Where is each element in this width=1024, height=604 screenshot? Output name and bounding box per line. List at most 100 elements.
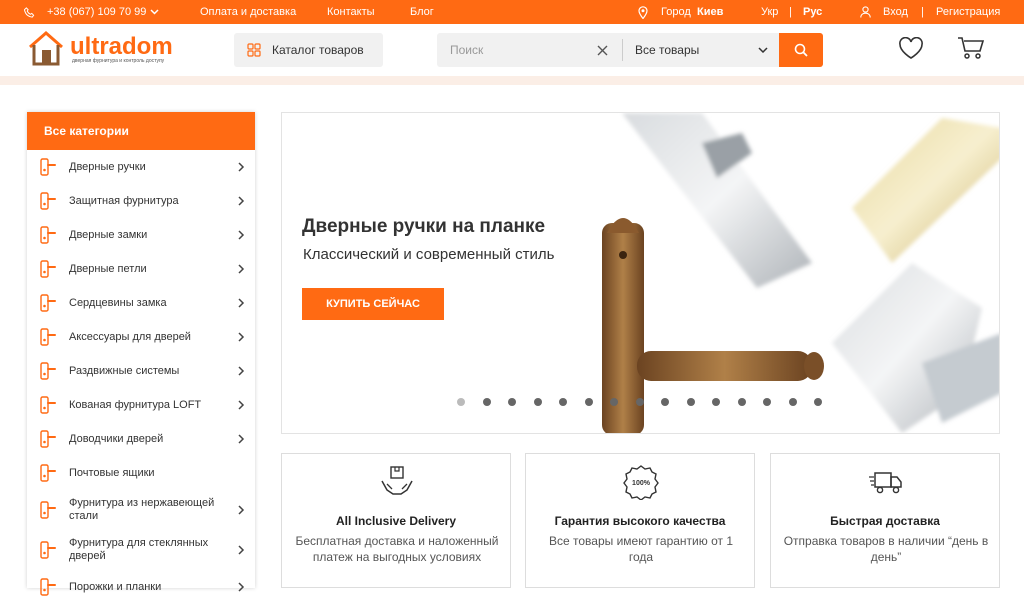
cart-icon[interactable] <box>957 35 985 61</box>
chevron-right-icon <box>238 505 245 515</box>
sidebar-item[interactable]: Фурнитура из нержавеющей стали <box>27 490 255 530</box>
location-pin-icon <box>638 0 648 24</box>
truck-icon <box>869 472 902 494</box>
search-input[interactable] <box>437 33 597 67</box>
door-closer-icon <box>40 430 56 448</box>
city-label: Город <box>661 6 691 18</box>
lang-rus[interactable]: Рус <box>803 0 822 24</box>
carousel-dot[interactable] <box>533 398 542 406</box>
feature-quality: 100% Гарантия высокого качества Все това… <box>525 453 755 588</box>
sidebar-item-label: Почтовые ящики <box>69 466 155 479</box>
chevron-right-icon <box>238 366 245 376</box>
sidebar-item[interactable]: Фурнитура для стеклянных дверей <box>27 530 255 570</box>
door-hinge-icon <box>40 260 56 278</box>
sidebar-item[interactable]: Доводчики дверей <box>27 422 255 456</box>
chevron-down-icon[interactable] <box>758 47 768 53</box>
search-category-select[interactable]: Все товары <box>635 33 699 67</box>
lang-ukr[interactable]: Укр <box>761 0 778 24</box>
sidebar-item[interactable]: Защитная фурнитура <box>27 184 255 218</box>
sidebar-item-label: Дверные петли <box>69 262 147 275</box>
banner-subtitle: Классический и современный стиль <box>303 246 555 263</box>
search-bar: Все товары <box>437 33 823 67</box>
sidebar-item-label: Кованая фурнитура LOFT <box>69 398 202 411</box>
category-sidebar: Все категории Дверные ручки Защитная фурн… <box>27 112 255 596</box>
search-divider <box>622 39 623 61</box>
link-blog[interactable]: Блог <box>410 0 434 24</box>
sidebar-item-label: Дверные ручки <box>69 160 146 173</box>
sidebar-item[interactable]: Раздвижные системы <box>27 354 255 388</box>
mailbox-icon <box>40 464 56 482</box>
heart-icon[interactable] <box>898 37 924 60</box>
feature-title: Быстрая доставка <box>830 514 940 528</box>
sidebar-item[interactable]: Порожки и планки <box>27 570 255 604</box>
logo[interactable]: ultradom дверная фурнитура и контроль до… <box>26 29 186 69</box>
chevron-right-icon <box>238 264 245 274</box>
phone-icon <box>23 0 35 24</box>
banner-title: Дверные ручки на планке <box>302 216 546 237</box>
carousel-dot[interactable] <box>457 398 465 406</box>
search-button[interactable] <box>779 33 823 67</box>
carousel-dot[interactable] <box>635 398 644 406</box>
hero-banner[interactable]: Дверные ручки на планке Классический и с… <box>281 112 1000 434</box>
sidebar-item-label: Порожки и планки <box>69 580 162 593</box>
carousel-dot[interactable] <box>482 398 491 406</box>
chevron-down-icon[interactable] <box>150 0 159 24</box>
stainless-steel-icon <box>40 501 56 519</box>
sidebar-item-label: Дверные замки <box>69 228 148 241</box>
glass-door-icon <box>40 541 56 559</box>
chevron-right-icon <box>238 400 245 410</box>
sidebar-item-label: Фурнитура из нержавеющей стали <box>69 497 215 522</box>
catalog-button[interactable]: Каталог товаров <box>234 33 383 67</box>
chevron-right-icon <box>238 332 245 342</box>
feature-title: All Inclusive Delivery <box>335 514 457 528</box>
sidebar-item[interactable]: Сердцевины замка <box>27 286 255 320</box>
lang-divider: | <box>789 6 792 18</box>
sidebar-list: Дверные ручки Защитная фурнитура Дверные з… <box>27 150 255 604</box>
sidebar-item-label: Доводчики дверей <box>69 432 164 445</box>
sidebar-title: Все категории <box>27 112 255 150</box>
register-link[interactable]: Регистрация <box>936 0 1000 24</box>
sidebar-item[interactable]: Аксессуары для дверей <box>27 320 255 354</box>
buy-now-button[interactable]: КУПИТЬ СЕЙЧАС <box>302 288 444 320</box>
svg-text:100%: 100% <box>632 480 651 487</box>
carousel-dot[interactable] <box>661 398 669 406</box>
top-bar: +38 (067) 109 70 99 Оплата и доставка Ко… <box>0 0 1024 24</box>
sidebar-item[interactable]: Дверные петли <box>27 252 255 286</box>
chevron-right-icon <box>238 196 245 206</box>
carousel-dot[interactable] <box>508 398 516 406</box>
threshold-icon <box>40 578 56 596</box>
search-icon <box>794 43 808 57</box>
sidebar-item[interactable]: Дверные замки <box>27 218 255 252</box>
carousel-dot[interactable] <box>788 398 797 406</box>
carousel-dot[interactable] <box>814 398 822 406</box>
sidebar-item[interactable]: Кованая фурнитура LOFT <box>27 388 255 422</box>
carousel-dot[interactable] <box>712 398 720 406</box>
carousel-dot[interactable] <box>584 398 593 406</box>
door-lock-icon <box>40 226 56 244</box>
grid-icon <box>247 43 261 57</box>
link-payment-delivery[interactable]: Оплата и доставка <box>200 0 296 24</box>
logo-tagline: дверная фурнитура и контроль доступу <box>72 58 165 64</box>
sidebar-item-label: Раздвижные системы <box>69 364 180 377</box>
city-selector[interactable]: Киев <box>697 0 723 24</box>
feature-title: Гарантия высокого качества <box>554 514 726 528</box>
logo-text: ultradom <box>70 33 173 60</box>
carousel-dot[interactable] <box>610 398 618 406</box>
login-link[interactable]: Вход <box>883 0 908 24</box>
carousel-dot[interactable] <box>737 398 746 406</box>
delivery-hands-icon <box>381 466 413 495</box>
sidebar-item[interactable]: Дверные ручки <box>27 150 255 184</box>
phone-number[interactable]: +38 (067) 109 70 99 <box>47 0 146 24</box>
chevron-right-icon <box>238 162 245 172</box>
carousel-dot[interactable] <box>686 398 695 406</box>
clear-icon[interactable] <box>597 45 608 56</box>
chevron-right-icon <box>238 298 245 308</box>
sidebar-item[interactable]: Почтовые ящики <box>27 456 255 490</box>
door-handle-icon <box>40 158 56 176</box>
banner-product-image <box>602 113 999 433</box>
carousel-dot[interactable] <box>763 398 771 406</box>
feature-fast-delivery: Быстрая доставка Отправка товаров в нали… <box>770 453 1000 588</box>
link-contacts[interactable]: Контакты <box>327 0 375 24</box>
carousel-dot[interactable] <box>559 398 567 406</box>
chevron-right-icon <box>238 545 245 555</box>
